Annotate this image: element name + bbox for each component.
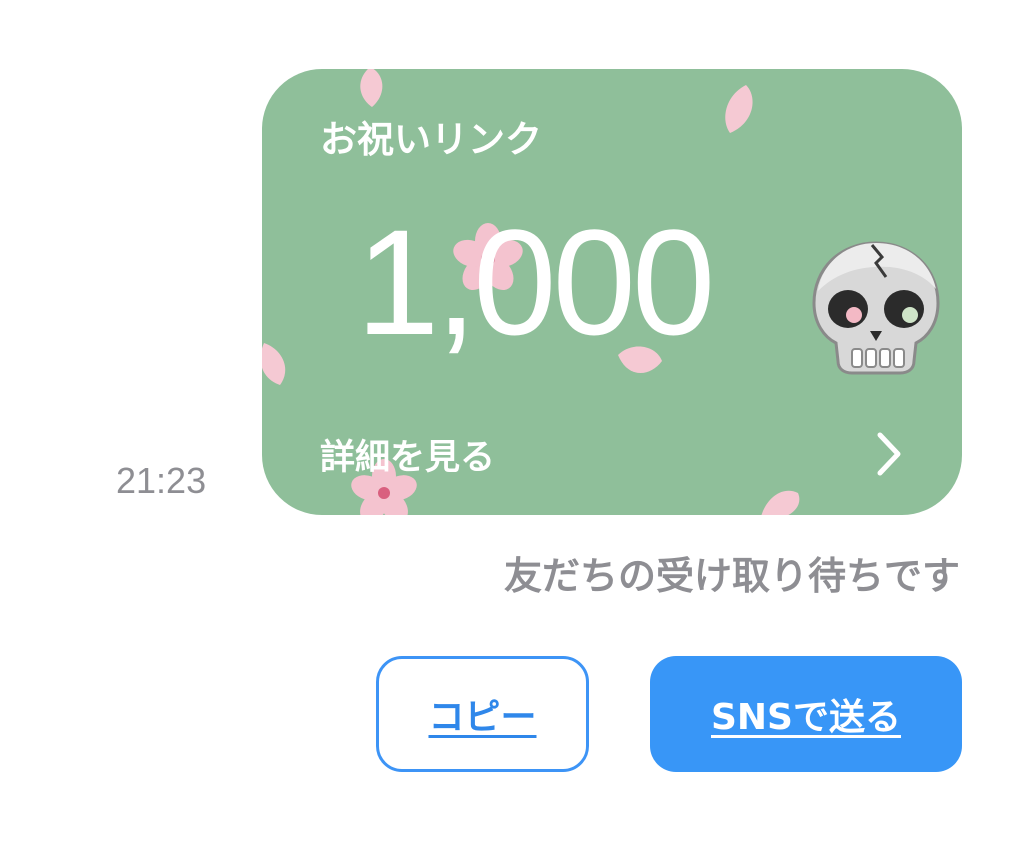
card-title: お祝いリンク bbox=[320, 118, 542, 161]
petal-icon bbox=[761, 490, 800, 515]
status-text: 友だちの受け取り待ちです bbox=[503, 554, 960, 598]
copy-button[interactable]: コピー bbox=[376, 656, 589, 772]
details-link[interactable]: 詳細を見る bbox=[320, 429, 495, 480]
skull-icon bbox=[812, 241, 940, 375]
celebration-link-card[interactable]: お祝いリンク 1,000 詳細を見る bbox=[262, 69, 962, 515]
gift-amount: 1,000 bbox=[356, 198, 715, 366]
message-timestamp: 21:23 bbox=[116, 460, 207, 501]
petal-icon bbox=[360, 69, 383, 107]
petal-icon bbox=[725, 85, 753, 133]
petal-icon bbox=[262, 343, 286, 385]
chevron-right-icon[interactable] bbox=[874, 431, 904, 477]
send-via-sns-button[interactable]: SNSで送る bbox=[650, 656, 962, 772]
